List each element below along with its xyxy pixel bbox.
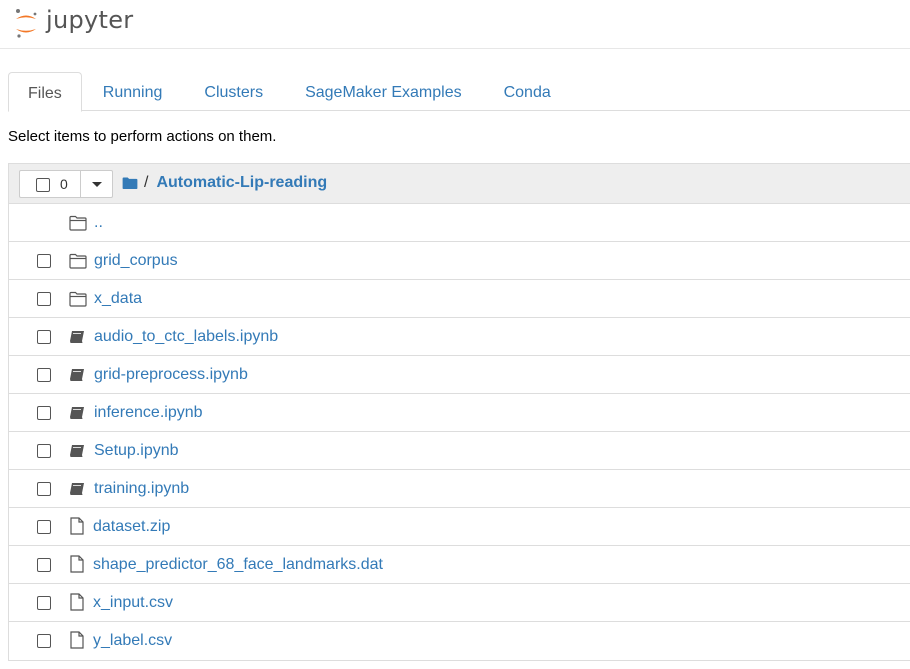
item-name-link[interactable]: grid-preprocess.ipynb (94, 366, 248, 384)
item-name-link[interactable]: x_input.csv (93, 594, 173, 612)
list-item[interactable]: training.ipynb (9, 470, 910, 508)
header-bar: jupyter (0, 0, 910, 49)
select-dropdown-button[interactable] (81, 170, 113, 198)
list-item[interactable]: grid_corpus (9, 242, 910, 280)
item-checkbox[interactable] (37, 406, 51, 420)
item-name-link[interactable]: x_data (94, 290, 142, 308)
item-checkbox[interactable] (37, 368, 51, 382)
file-icon (68, 593, 86, 611)
list-item[interactable]: x_input.csv (9, 584, 910, 622)
file-icon (68, 517, 86, 535)
item-name-link[interactable]: shape_predictor_68_face_landmarks.dat (93, 556, 383, 574)
item-name-link[interactable]: y_label.csv (93, 632, 172, 650)
parent-folder-row[interactable]: .. (9, 204, 910, 242)
item-checkbox[interactable] (37, 330, 51, 344)
notebook-icon (69, 367, 87, 383)
folder-icon[interactable] (122, 177, 138, 189)
item-name-link[interactable]: grid_corpus (94, 252, 178, 270)
list-item[interactable]: grid-preprocess.ipynb (9, 356, 910, 394)
tab-files[interactable]: Files (8, 72, 82, 112)
tab-conda[interactable]: Conda (483, 72, 572, 111)
item-checkbox[interactable] (37, 482, 51, 496)
item-checkbox[interactable] (37, 520, 51, 534)
list-item[interactable]: y_label.csv (9, 622, 910, 660)
list-item[interactable]: shape_predictor_68_face_landmarks.dat (9, 546, 910, 584)
tab-bar: Files Running Clusters SageMaker Example… (8, 72, 910, 112)
jupyter-logo-icon (16, 9, 37, 38)
folder-icon (69, 253, 87, 269)
notebook-icon (69, 443, 87, 459)
instructions-text: Select items to perform actions on them. (8, 128, 277, 145)
item-checkbox[interactable] (37, 444, 51, 458)
breadcrumb-separator: / (144, 174, 149, 191)
notebook-icon (69, 329, 87, 345)
item-name-link[interactable]: dataset.zip (93, 518, 170, 536)
folder-icon (69, 291, 87, 307)
file-list: 0 / Automatic-Lip-reading .. grid_corpusx… (8, 163, 910, 661)
caret-down-icon (92, 182, 102, 187)
item-name-link[interactable]: inference.ipynb (94, 404, 203, 422)
list-item[interactable]: dataset.zip (9, 508, 910, 546)
tab-running[interactable]: Running (82, 72, 184, 111)
jupyter-logo[interactable]: jupyter (14, 5, 133, 41)
item-name-link[interactable]: .. (94, 214, 103, 232)
item-name-link[interactable]: Setup.ipynb (94, 442, 179, 460)
list-item[interactable]: Setup.ipynb (9, 432, 910, 470)
select-all-checkbox[interactable] (36, 178, 50, 192)
breadcrumb: / Automatic-Lip-reading (122, 174, 327, 192)
notebook-icon (69, 481, 87, 497)
list-item[interactable]: inference.ipynb (9, 394, 910, 432)
select-all-button[interactable]: 0 (19, 170, 81, 198)
breadcrumb-current-folder[interactable]: Automatic-Lip-reading (156, 174, 327, 192)
file-rows: .. grid_corpus x_data audio_to_ctc_labels.i… (9, 204, 910, 660)
item-checkbox[interactable] (37, 292, 51, 306)
logo-text: jupyter (46, 6, 134, 34)
notebook-icon (69, 405, 87, 421)
list-item[interactable]: x_data (9, 280, 910, 318)
file-icon (68, 555, 86, 573)
list-item[interactable]: audio_to_ctc_labels.ipynb (9, 318, 910, 356)
item-name-link[interactable]: audio_to_ctc_labels.ipynb (94, 328, 278, 346)
item-name-link[interactable]: training.ipynb (94, 480, 189, 498)
item-checkbox[interactable] (37, 254, 51, 268)
select-all-group: 0 (19, 170, 113, 198)
item-checkbox[interactable] (37, 596, 51, 610)
folder-icon (69, 215, 87, 231)
file-list-header: 0 / Automatic-Lip-reading (9, 164, 910, 204)
item-checkbox[interactable] (37, 634, 51, 648)
item-checkbox[interactable] (37, 558, 51, 572)
tab-sagemaker-examples[interactable]: SageMaker Examples (284, 72, 483, 111)
selected-count: 0 (60, 176, 68, 192)
tab-clusters[interactable]: Clusters (183, 72, 284, 111)
file-icon (68, 631, 86, 649)
